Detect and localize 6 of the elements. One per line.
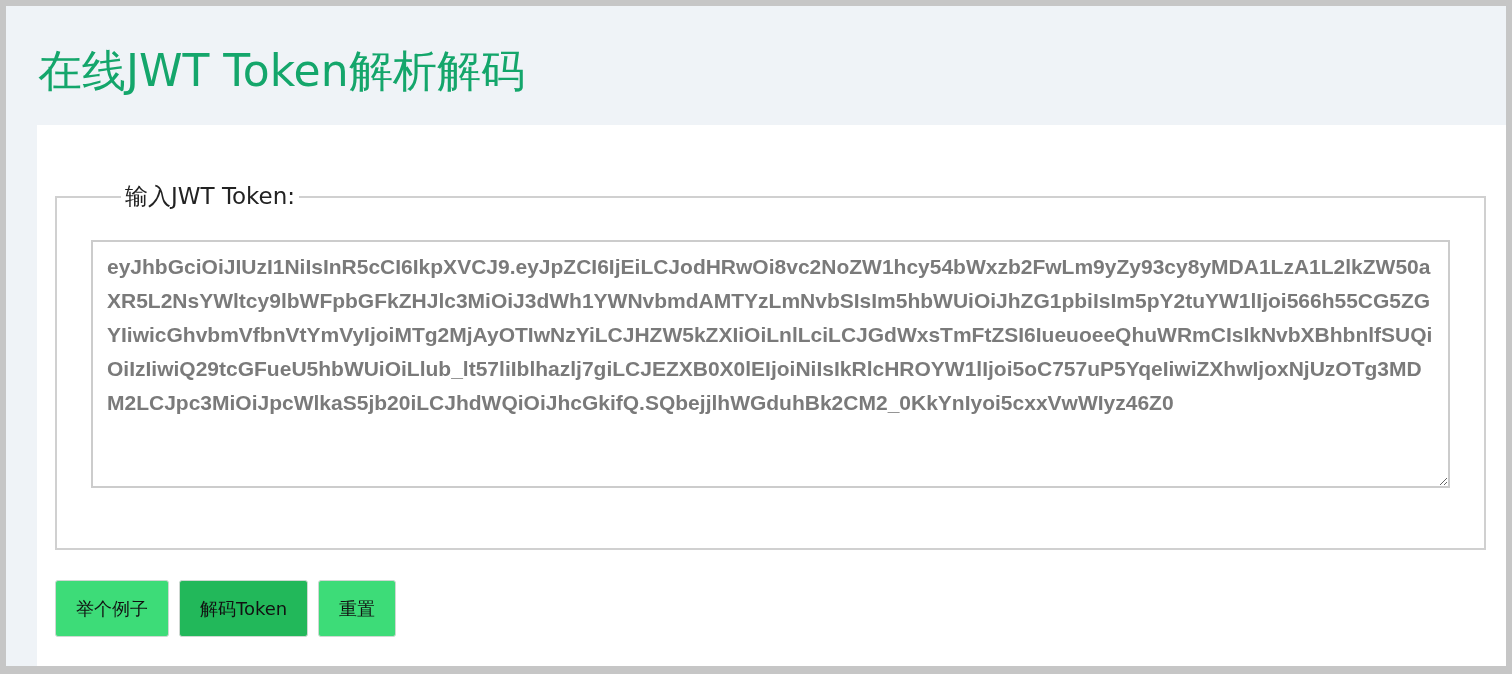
page-title: 在线JWT Token解析解码 [38,44,525,98]
token-textarea[interactable]: eyJhbGciOiJIUzI1NiIsInR5cCI6IkpXVCJ9.eyJpZCI6IjEiLCJodHRwOi8vc2NoZW1hcy54bWxzb2FwLm9yZy93cy8yMDA1LzA1L2lkZW50aXR5L2NsYWltcy9lbWFpbGFkZHJlc3MiOiJ3dWh1YWNvbmdAMTYzLmNvbSIsIm5hbWUiOiJhZG1pbiIsIm5pY2tuYW1lIjoi566h55CG5ZGYIiwicGhvbmVfbnVtYmVyIjoiMTg2MjAyOTIwNzYiLCJHZW5kZXIiOiLnlLciLCJGdWxsTmFtZSI6IueuoeeQhuWRmCIsIkNvbXBhbnlfSUQiOiIzIiwiQ29tcGFueU5hbWUiOiLlub_lt57liIblhazlj7giLCJEZXB0X0lEIjoiNiIsIkRlcHROYW1lIjoi5oC757uP5YqeIiwiZXhwIjoxNjUzOTg3MDM2LCJpc3MiOiJpcWlkaS5jb20iLCJhdWQiOiJhcGkifQ.SQbejjlhWGduhBk2CM2_0KkYnIyoi5cxxVwWIyz46Z0 [91,240,1450,488]
action-button[interactable]: 重置 [318,580,397,637]
action-button[interactable]: 举个例子 [55,580,169,637]
input-legend: 输入JWT Token: [121,181,300,212]
action-button[interactable]: 解码Token [179,580,309,637]
